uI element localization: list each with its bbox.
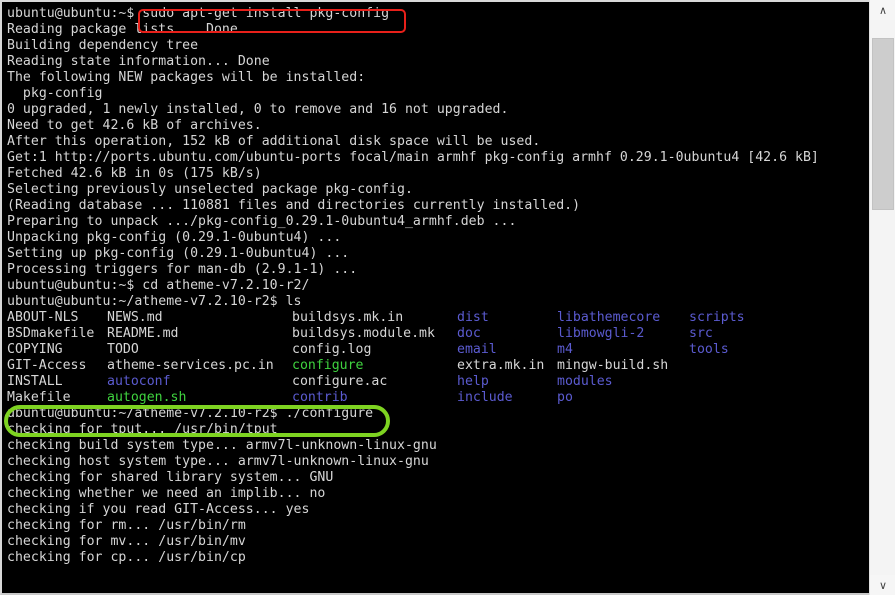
ls-entry: buildsys.module.mk bbox=[292, 326, 435, 341]
ls-row: ABOUT-NLS NEWS.md buildsys.mk.in dist li… bbox=[7, 310, 867, 326]
ls-entry: TODO bbox=[107, 342, 139, 357]
ls-entry: scripts bbox=[689, 310, 745, 325]
ls-entry: Makefile bbox=[7, 390, 71, 405]
terminal-line: ubuntu@ubuntu:~/atheme-v7.2.10-r2$ ./con… bbox=[7, 406, 374, 421]
vertical-scrollbar[interactable]: ∧ ∨ bbox=[869, 0, 895, 595]
terminal-line: Need to get 42.6 kB of archives. bbox=[7, 118, 262, 133]
terminal-window[interactable]: ubuntu@ubuntu:~$ sudo apt-get install pk… bbox=[0, 0, 869, 595]
ls-entry: dist bbox=[457, 310, 489, 325]
ls-entry: NEWS.md bbox=[107, 310, 163, 325]
terminal-line: ubuntu@ubuntu:~/atheme-v7.2.10-r2$ ls bbox=[7, 294, 302, 309]
terminal-line: Reading state information... Done bbox=[7, 54, 270, 69]
scroll-down-arrow-icon[interactable]: ∨ bbox=[870, 575, 895, 595]
terminal-line: checking host system type... armv7l-unkn… bbox=[7, 454, 429, 469]
terminal-line: checking build system type... armv7l-unk… bbox=[7, 438, 437, 453]
scrollbar-track[interactable] bbox=[870, 20, 895, 575]
ls-entry: configure.ac bbox=[292, 374, 388, 389]
ls-entry: libathemecore bbox=[557, 310, 661, 325]
ls-entry: mingw-build.sh bbox=[557, 358, 669, 373]
terminal-line: 0 upgraded, 1 newly installed, 0 to remo… bbox=[7, 102, 509, 117]
ls-entry: tools bbox=[689, 342, 729, 357]
terminal-line: Preparing to unpack .../pkg-config_0.29.… bbox=[7, 214, 517, 229]
terminal-line: Get:1 http://ports.ubuntu.com/ubuntu-por… bbox=[7, 150, 819, 165]
screenshot-root: ubuntu@ubuntu:~$ sudo apt-get install pk… bbox=[0, 0, 895, 595]
chevron-up-icon: ∧ bbox=[878, 3, 888, 17]
ls-entry: BSDmakefile bbox=[7, 326, 95, 341]
ls-row: INSTALL autoconf configure.ac help modul… bbox=[7, 374, 867, 390]
terminal-line: (Reading database ... 110881 files and d… bbox=[7, 198, 581, 213]
ls-entry: email bbox=[457, 342, 497, 357]
ls-entry: include bbox=[457, 390, 513, 405]
terminal-line: Selecting previously unselected package … bbox=[7, 182, 413, 197]
terminal-output: ubuntu@ubuntu:~$ sudo apt-get install pk… bbox=[7, 6, 867, 566]
ls-entry: autoconf bbox=[107, 374, 171, 389]
terminal-line: ubuntu@ubuntu:~$ sudo apt-get install pk… bbox=[7, 6, 390, 21]
ls-row: COPYING TODO config.log email m4 tools bbox=[7, 342, 867, 358]
ls-entry: help bbox=[457, 374, 489, 389]
terminal-line: Processing triggers for man-db (2.9.1-1)… bbox=[7, 262, 358, 277]
terminal-line: checking if you read GIT-Access... yes bbox=[7, 502, 310, 517]
ls-entry: GIT-Access bbox=[7, 358, 87, 373]
terminal-line: checking for cp... /usr/bin/cp bbox=[7, 550, 246, 565]
terminal-line: Fetched 42.6 kB in 0s (175 kB/s) bbox=[7, 166, 262, 181]
ls-row: GIT-Access atheme-services.pc.in configu… bbox=[7, 358, 867, 374]
terminal-line: After this operation, 152 kB of addition… bbox=[7, 134, 541, 149]
terminal-line: checking for rm... /usr/bin/rm bbox=[7, 518, 246, 533]
terminal-line: checking whether we need an implib... no bbox=[7, 486, 326, 501]
terminal-line: Unpacking pkg-config (0.29.1-0ubuntu4) .… bbox=[7, 230, 342, 245]
ls-entry: autogen.sh bbox=[107, 390, 187, 405]
ls-entry: INSTALL bbox=[7, 374, 63, 389]
terminal-line: The following NEW packages will be insta… bbox=[7, 70, 366, 85]
ls-entry: README.md bbox=[107, 326, 179, 341]
ls-entry: doc bbox=[457, 326, 481, 341]
ls-entry: COPYING bbox=[7, 342, 63, 357]
ls-row: Makefile autogen.sh contrib include po bbox=[7, 390, 867, 406]
ls-entry: ABOUT-NLS bbox=[7, 310, 79, 325]
ls-entry: atheme-services.pc.in bbox=[107, 358, 274, 373]
ls-entry: configure bbox=[292, 358, 364, 373]
scrollbar-thumb[interactable] bbox=[872, 38, 894, 210]
terminal-line: Reading package lists... Done bbox=[7, 22, 238, 37]
ls-entry: m4 bbox=[557, 342, 573, 357]
ls-entry: modules bbox=[557, 374, 613, 389]
ls-row: BSDmakefile README.md buildsys.module.mk… bbox=[7, 326, 867, 342]
scroll-up-arrow-icon[interactable]: ∧ bbox=[870, 0, 895, 20]
terminal-line: checking for mv... /usr/bin/mv bbox=[7, 534, 246, 549]
terminal-line: ubuntu@ubuntu:~$ cd atheme-v7.2.10-r2/ bbox=[7, 278, 310, 293]
chevron-down-icon: ∨ bbox=[878, 578, 888, 592]
terminal-line: checking for shared library system... GN… bbox=[7, 470, 334, 485]
ls-entry: libmowgli-2 bbox=[557, 326, 645, 341]
terminal-line: Setting up pkg-config (0.29.1-0ubuntu4) … bbox=[7, 246, 350, 261]
terminal-line: pkg-config bbox=[7, 86, 103, 101]
ls-entry: po bbox=[557, 390, 573, 405]
terminal-line: Building dependency tree bbox=[7, 38, 199, 53]
ls-entry: contrib bbox=[292, 390, 348, 405]
ls-entry: extra.mk.in bbox=[457, 358, 545, 373]
terminal-line: checking for tput... /usr/bin/tput bbox=[7, 422, 278, 437]
ls-entry: src bbox=[689, 326, 713, 341]
ls-entry: buildsys.mk.in bbox=[292, 310, 404, 325]
ls-entry: config.log bbox=[292, 342, 372, 357]
